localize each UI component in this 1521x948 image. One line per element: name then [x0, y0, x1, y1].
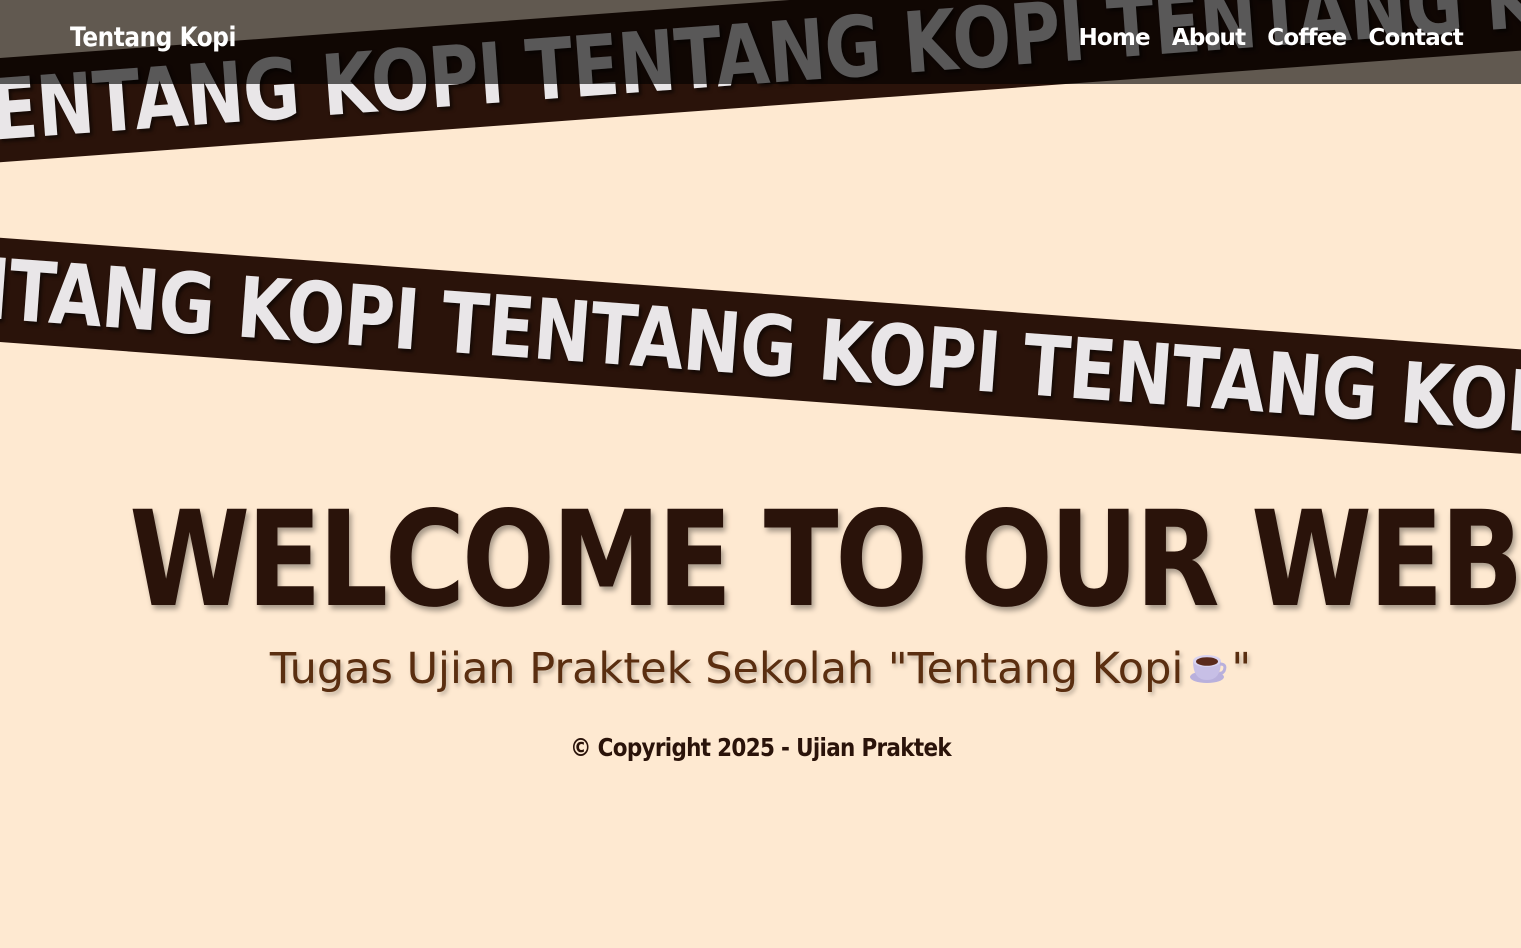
navbar: Tentang Kopi Home About Coffee Contact: [0, 0, 1521, 84]
nav-link-about[interactable]: About: [1172, 25, 1246, 51]
hero-subtitle-quote: ": [1231, 644, 1252, 694]
coffee-cup-icon: [1187, 645, 1227, 685]
hero-title: WELCOME TO OUR WEBSITE: [129, 483, 1521, 638]
hero-subtitle: Tugas Ujian Praktek Sekolah "Tentang Kop…: [0, 641, 1521, 697]
nav-link-home[interactable]: Home: [1078, 25, 1150, 51]
hero-subtitle-text: Tugas Ujian Praktek Sekolah "Tentang Kop…: [269, 644, 1184, 694]
page: TENTANG KOPI TENTANG KOPI TENTANG KOPI T…: [0, 0, 1521, 948]
nav-link-coffee[interactable]: Coffee: [1267, 25, 1347, 51]
brand-logo[interactable]: Tentang Kopi: [70, 22, 236, 53]
ribbon-bottom-text: TENTANG KOPI TENTANG KOPI TENTANG KOPI T…: [0, 232, 1521, 465]
footer-copyright: © Copyright 2025 - Ujian Praktek: [570, 733, 952, 762]
ribbon-bottom: TENTANG KOPI TENTANG KOPI TENTANG KOPI T…: [0, 232, 1521, 465]
nav-links: Home About Coffee Contact: [1078, 25, 1463, 51]
nav-link-contact[interactable]: Contact: [1368, 25, 1463, 51]
